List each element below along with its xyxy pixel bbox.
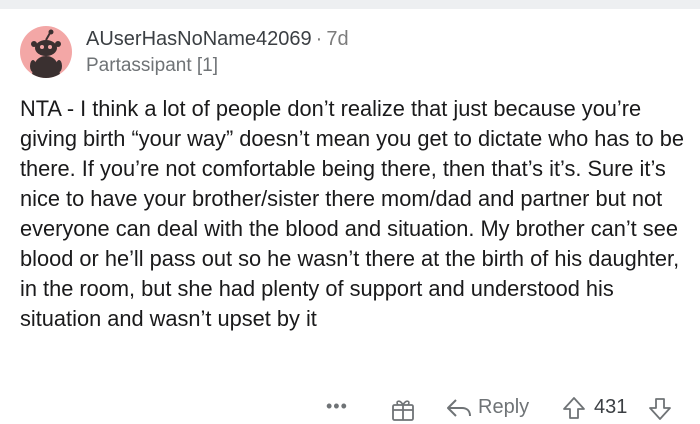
avatar[interactable]	[20, 26, 72, 78]
comment-header: AUserHasNoName42069 · 7d	[86, 28, 349, 51]
top-divider	[0, 0, 700, 9]
downvote-button[interactable]	[648, 397, 672, 421]
upvote-arrow-icon	[563, 397, 585, 419]
award-button[interactable]	[390, 396, 416, 422]
downvote-arrow-icon	[649, 398, 671, 420]
snoo-avatar-icon	[30, 29, 62, 78]
more-options-button[interactable]: •••	[326, 396, 348, 417]
reply-label: Reply	[478, 396, 530, 418]
user-flair: Partassipant [1]	[86, 55, 219, 76]
vote-score: 431	[594, 396, 628, 418]
gift-icon	[392, 400, 414, 421]
comment-body: NTA - I think a lot of people don’t real…	[20, 96, 684, 331]
upvote-button[interactable]	[562, 396, 586, 420]
comment-age: 7d	[326, 28, 349, 50]
reply-button[interactable]: Reply	[446, 396, 529, 419]
header-separator: ·	[315, 28, 323, 50]
reply-arrow-icon	[447, 398, 471, 417]
comment-actions: ••• Reply 431	[0, 392, 700, 424]
author-name[interactable]: AUserHasNoName42069	[86, 28, 312, 50]
